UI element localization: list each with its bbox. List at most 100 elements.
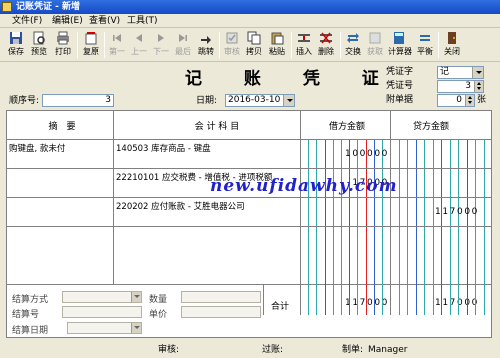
last-button[interactable]: 最后 bbox=[172, 30, 194, 60]
qty-label: 数量 bbox=[149, 295, 168, 305]
table-row[interactable]: 220202 应付账款 - 艾胜电器公司 117000 bbox=[7, 198, 491, 227]
calculator-icon bbox=[394, 32, 404, 44]
qty-field[interactable] bbox=[181, 291, 261, 303]
amount-digit-line bbox=[308, 285, 310, 315]
settle-method-select[interactable] bbox=[62, 291, 142, 303]
attach-count-field[interactable]: 0 bbox=[437, 94, 475, 107]
chevron-down-icon bbox=[131, 292, 141, 302]
voucher-title: 记 账 凭 证 bbox=[185, 69, 397, 89]
printer-icon bbox=[57, 31, 69, 45]
menu-edit[interactable]: 编辑(E) bbox=[52, 15, 83, 27]
attach-label: 附单据 bbox=[386, 95, 414, 105]
paste-button[interactable]: 粘贴 bbox=[266, 30, 288, 60]
voucher-no-field[interactable]: 3 bbox=[437, 80, 484, 93]
amount-digit-line bbox=[398, 285, 400, 315]
amount-digit-line bbox=[449, 285, 451, 315]
calculator-button[interactable]: 计算器 bbox=[388, 30, 412, 60]
row-summary: 购键盘, 款未付 bbox=[9, 144, 66, 154]
save-button[interactable]: 保存 bbox=[5, 30, 27, 60]
chevron-down-icon bbox=[472, 67, 483, 78]
copy-button[interactable]: 拷贝 bbox=[243, 30, 265, 60]
menu-bar: 文件(F) 编辑(E) 查看(V) 工具(T) bbox=[0, 14, 500, 28]
settle-date-select[interactable] bbox=[67, 322, 142, 334]
first-icon bbox=[113, 34, 121, 42]
audit-button[interactable]: 审核 bbox=[221, 30, 243, 60]
header-account: 会 计 科 目 bbox=[194, 122, 240, 132]
toolbar: 保存 预览 打印 复原 第一 上一 下一 最后 跳转 审核 拷贝 粘贴 插入 删… bbox=[0, 28, 500, 62]
restore-icon bbox=[85, 32, 97, 45]
menu-file[interactable]: 文件(F) bbox=[12, 15, 42, 27]
attach-unit: 张 bbox=[477, 95, 487, 105]
header-summary: 摘 要 bbox=[48, 122, 76, 132]
voucher-entry-grid: 摘 要 会 计 科 目 借方金额 贷方金额 购键盘, 款未付 140503 库存… bbox=[6, 110, 492, 285]
delete-row-icon bbox=[320, 32, 332, 44]
title-bar: 记账凭证 - 新增 bbox=[0, 0, 500, 14]
settle-method-label: 结算方式 bbox=[12, 295, 49, 305]
preview-icon bbox=[33, 31, 45, 45]
settle-no-label: 结算号 bbox=[12, 310, 40, 320]
maker-value: Manager bbox=[368, 345, 408, 355]
seq-field[interactable]: 3 bbox=[42, 94, 114, 107]
seq-label: 顺序号: bbox=[9, 96, 40, 106]
fetch-button[interactable]: 获取 bbox=[364, 30, 386, 60]
date-label: 日期: bbox=[196, 96, 218, 106]
amount-digit-line bbox=[382, 285, 383, 315]
menu-tools[interactable]: 工具(T) bbox=[127, 15, 158, 27]
price-field[interactable] bbox=[181, 306, 261, 318]
post-label: 过账: bbox=[262, 345, 284, 355]
price-label: 单价 bbox=[149, 310, 168, 320]
menu-view[interactable]: 查看(V) bbox=[89, 15, 120, 27]
column-divider bbox=[300, 111, 301, 284]
footer-bar: 审核: 过账: 制单: Manager bbox=[0, 341, 500, 358]
prev-button[interactable]: 上一 bbox=[128, 30, 150, 60]
print-button[interactable]: 打印 bbox=[52, 30, 74, 60]
jump-icon bbox=[201, 36, 211, 44]
grid-header: 摘 要 会 计 科 目 借方金额 贷方金额 bbox=[7, 111, 491, 140]
first-button[interactable]: 第一 bbox=[106, 30, 128, 60]
date-picker[interactable]: 2016-03-10 bbox=[225, 94, 295, 107]
paste-icon bbox=[271, 32, 284, 45]
amount-digit-line bbox=[407, 285, 408, 315]
prev-icon bbox=[136, 34, 142, 42]
settle-no-field[interactable] bbox=[62, 306, 142, 318]
amount-digit-line bbox=[466, 285, 468, 315]
maker-label: 制单: bbox=[342, 345, 364, 355]
balance-button[interactable]: 平衡 bbox=[414, 30, 436, 60]
row-debit: 100000 bbox=[345, 149, 389, 159]
header-credit: 贷方金额 bbox=[412, 122, 449, 132]
amount-digit-line bbox=[316, 285, 318, 315]
insert-button[interactable]: 插入 bbox=[293, 30, 315, 60]
chevron-down-icon bbox=[131, 323, 141, 333]
jump-button[interactable]: 跳转 bbox=[195, 30, 217, 60]
next-button[interactable]: 下一 bbox=[150, 30, 172, 60]
amount-digit-line bbox=[432, 285, 434, 315]
amount-digit-line bbox=[357, 285, 359, 315]
audit-label: 审核: bbox=[158, 345, 180, 355]
table-row[interactable] bbox=[7, 227, 491, 285]
table-row[interactable]: 购键盘, 款未付 140503 库存商品 - 键盘 100000 bbox=[7, 140, 491, 169]
amount-digit-line bbox=[441, 285, 442, 315]
fetch-icon bbox=[369, 32, 381, 44]
row-account: 140503 库存商品 - 键盘 bbox=[116, 144, 211, 154]
row-account: 220202 应付账款 - 艾胜电器公司 bbox=[116, 202, 245, 212]
site-watermark: new.ufidawhy.com bbox=[210, 176, 398, 196]
amount-digit-line bbox=[415, 285, 417, 315]
preview-button[interactable]: 预览 bbox=[28, 30, 50, 60]
app-icon bbox=[2, 2, 12, 12]
delete-button[interactable]: 删除 bbox=[315, 30, 337, 60]
next-icon bbox=[158, 34, 164, 42]
voucher-type-label: 凭证字 bbox=[386, 67, 414, 77]
audit-icon bbox=[226, 32, 238, 44]
settle-date-label: 结算日期 bbox=[12, 326, 49, 336]
restore-button[interactable]: 复原 bbox=[80, 30, 102, 60]
exchange-button[interactable]: 交换 bbox=[342, 30, 364, 60]
close-button[interactable]: 关闭 bbox=[441, 30, 463, 60]
voucher-type-select[interactable]: 记 bbox=[437, 66, 484, 79]
window-title: 记账凭证 - 新增 bbox=[16, 2, 81, 12]
balance-icon bbox=[420, 35, 430, 41]
floppy-icon bbox=[10, 32, 22, 44]
spinner-icon bbox=[465, 95, 474, 106]
header-debit: 借方金额 bbox=[328, 122, 365, 132]
chevron-down-icon bbox=[283, 95, 294, 106]
amount-digit-line bbox=[341, 285, 342, 315]
